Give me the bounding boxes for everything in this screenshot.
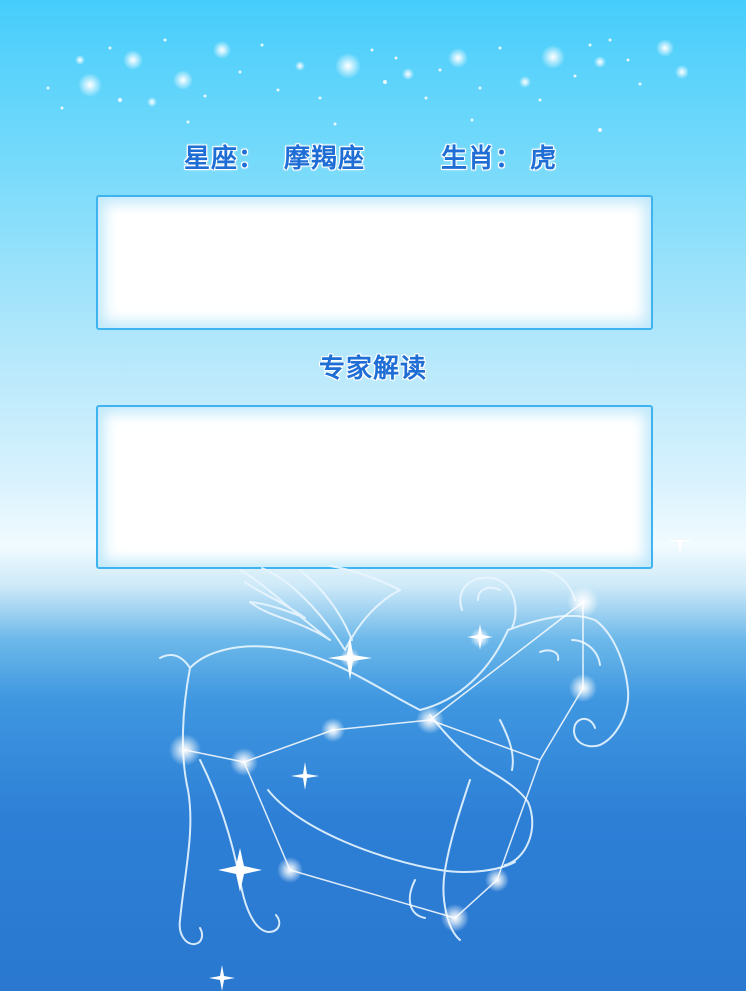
zodiac-value: 摩羯座 <box>284 144 366 174</box>
zodiac-label: 星座： <box>184 144 266 174</box>
expert-reading-title: 专家解读 <box>318 354 427 384</box>
top-info-panel <box>96 195 653 330</box>
animal-value: 虎 <box>530 144 558 174</box>
zodiac-info-header: 星座： 摩羯座 生肖： 虎 <box>0 138 746 174</box>
animal-label: 生肖： <box>441 144 523 174</box>
card-background: 星座： 摩羯座 生肖： 虎 专家解读 <box>0 0 746 991</box>
capricorn-constellation-icon <box>159 540 694 991</box>
sparkle-stars-decoration <box>46 38 689 132</box>
